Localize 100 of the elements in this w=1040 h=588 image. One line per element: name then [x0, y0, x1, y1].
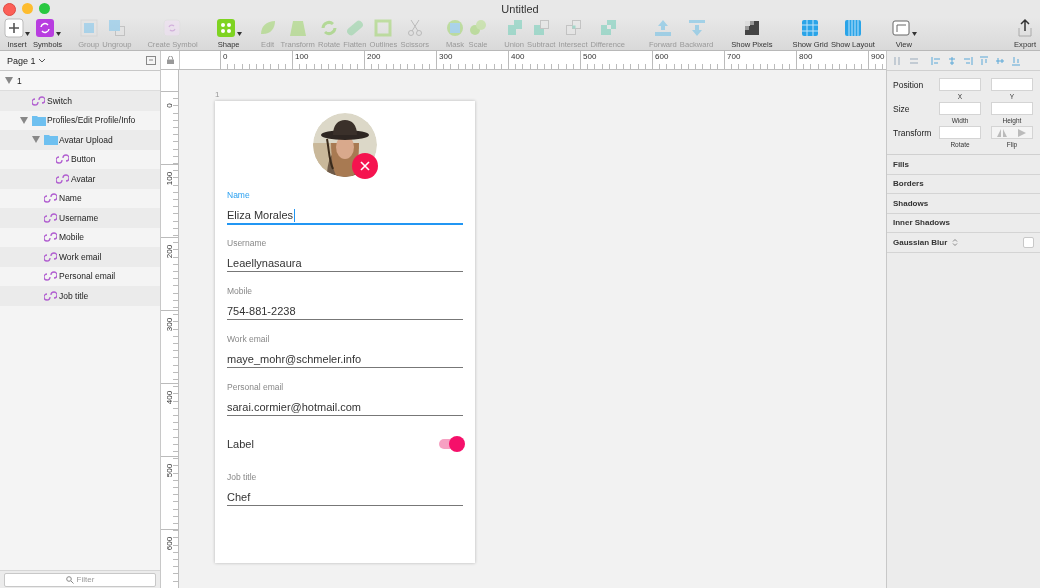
- ruler-label: 400: [511, 52, 525, 61]
- columns-icon: [842, 18, 863, 38]
- symbol-icon: [44, 212, 57, 223]
- section-title[interactable]: Gaussian Blur: [893, 237, 948, 247]
- ruler-label: 100: [164, 170, 174, 188]
- field-label: Name: [227, 189, 251, 202]
- field-label: Job title: [227, 471, 258, 484]
- layer-name: Name: [59, 193, 82, 204]
- number-field[interactable]: [939, 102, 981, 115]
- align-icon[interactable]: [931, 55, 941, 66]
- layer-name: Avatar Upload: [59, 134, 113, 145]
- flip-control[interactable]: [991, 126, 1033, 139]
- symbol-icon: [34, 18, 55, 38]
- text-field[interactable]: Eliza Morales: [227, 202, 463, 225]
- number-field[interactable]: [939, 78, 981, 91]
- field-label: Username: [227, 237, 268, 250]
- ruler-label: 400: [164, 389, 174, 407]
- ruler-label: 300: [439, 52, 453, 61]
- symbol-icon: [44, 271, 57, 282]
- disclosure-triangle-icon[interactable]: [20, 116, 28, 124]
- backward-icon: [686, 18, 707, 38]
- artboard-label: 1: [215, 90, 221, 101]
- flip-vertical-icon: [1017, 128, 1027, 137]
- ruler-label: 800: [799, 52, 813, 61]
- section-title: Shadows: [893, 198, 929, 208]
- ruler-label: 600: [164, 535, 174, 553]
- layer-row[interactable]: Avatar Upload: [0, 130, 160, 150]
- checkbox[interactable]: [1023, 236, 1034, 248]
- ruler-label: 0: [164, 102, 174, 110]
- symbol-icon: [56, 154, 69, 165]
- disclosure-triangle-icon[interactable]: [32, 136, 40, 144]
- number-field[interactable]: [991, 102, 1033, 115]
- text-field[interactable]: Chef: [227, 484, 463, 506]
- page-selector[interactable]: Page 1: [7, 55, 45, 66]
- text-field[interactable]: Leaellynasaura: [227, 250, 463, 272]
- switch-label: Label: [227, 438, 254, 450]
- section-title: Inner Shadows: [893, 218, 950, 228]
- ruler-label: 700: [727, 52, 741, 61]
- minimize-button[interactable]: [22, 3, 33, 14]
- remove-button[interactable]: [352, 153, 378, 179]
- layer-name: Job title: [59, 290, 89, 301]
- layer-name: 1: [17, 75, 22, 86]
- ruler-label: 200: [164, 243, 174, 261]
- align-icon[interactable]: [893, 55, 903, 66]
- layer-row[interactable]: Work email: [0, 247, 160, 267]
- layer-name: Work email: [59, 251, 102, 262]
- layer-row[interactable]: Job title: [0, 286, 160, 306]
- text-field[interactable]: maye_mohr@schmeler.info: [227, 346, 463, 368]
- collapse-icon[interactable]: [146, 56, 156, 65]
- ruler-label: 200: [367, 52, 381, 61]
- mask-icon: [445, 18, 466, 38]
- shape-icon: [215, 18, 236, 38]
- caret-icon: [55, 32, 61, 36]
- field-label: Personal email: [227, 381, 285, 394]
- layer-row[interactable]: Username: [0, 208, 160, 228]
- align-icon[interactable]: [909, 55, 919, 66]
- toggle-switch[interactable]: [439, 439, 463, 449]
- number-field[interactable]: [939, 126, 981, 139]
- search-icon: [65, 575, 74, 584]
- square-outline-icon: [373, 18, 394, 38]
- zoom-button[interactable]: [39, 3, 50, 14]
- layer-name: Profiles/Edit Profile/Info: [47, 115, 136, 126]
- align-icon[interactable]: [963, 55, 973, 66]
- caret-icon: [236, 32, 242, 36]
- symbol-icon: [44, 193, 57, 204]
- subtract-icon: [531, 18, 552, 38]
- text-field[interactable]: 754-881-2238: [227, 298, 463, 320]
- layer-name: Personal email: [59, 271, 116, 282]
- align-icon[interactable]: [979, 55, 989, 66]
- symbol-icon: [44, 232, 57, 243]
- ruler-label: 500: [164, 462, 174, 480]
- section-title: Borders: [893, 179, 924, 189]
- layer-name: Switch: [47, 95, 73, 106]
- disclosure-triangle-icon[interactable]: [5, 77, 13, 84]
- window-title: Untitled: [501, 2, 539, 15]
- number-field[interactable]: [991, 78, 1033, 91]
- layer-row[interactable]: Switch: [0, 91, 160, 111]
- folder-icon: [44, 134, 58, 146]
- property-label: Position: [893, 79, 925, 92]
- align-icon[interactable]: [1011, 55, 1021, 66]
- symbol-icon: [32, 95, 45, 106]
- forward-icon: [652, 18, 673, 38]
- ruler-label: 500: [583, 52, 597, 61]
- property-label: Transform: [893, 127, 929, 140]
- close-button[interactable]: [3, 3, 16, 16]
- text-field[interactable]: sarai.cormier@hotmail.com: [227, 394, 463, 416]
- layer-row[interactable]: Avatar: [0, 169, 160, 189]
- group-icon: [78, 18, 99, 38]
- symbol-icon: [44, 251, 57, 262]
- symbol-icon: [56, 173, 69, 184]
- grid-icon: [800, 18, 821, 38]
- align-icon[interactable]: [947, 55, 957, 66]
- lock-icon[interactable]: [166, 56, 174, 64]
- align-icon[interactable]: [995, 55, 1005, 66]
- ruler-label: 300: [164, 316, 174, 334]
- folder-icon: [32, 114, 46, 126]
- chevron-icon: [38, 58, 45, 63]
- ruler-label: 600: [655, 52, 669, 61]
- stepper-icon[interactable]: [952, 237, 959, 247]
- scale-icon: [468, 18, 489, 38]
